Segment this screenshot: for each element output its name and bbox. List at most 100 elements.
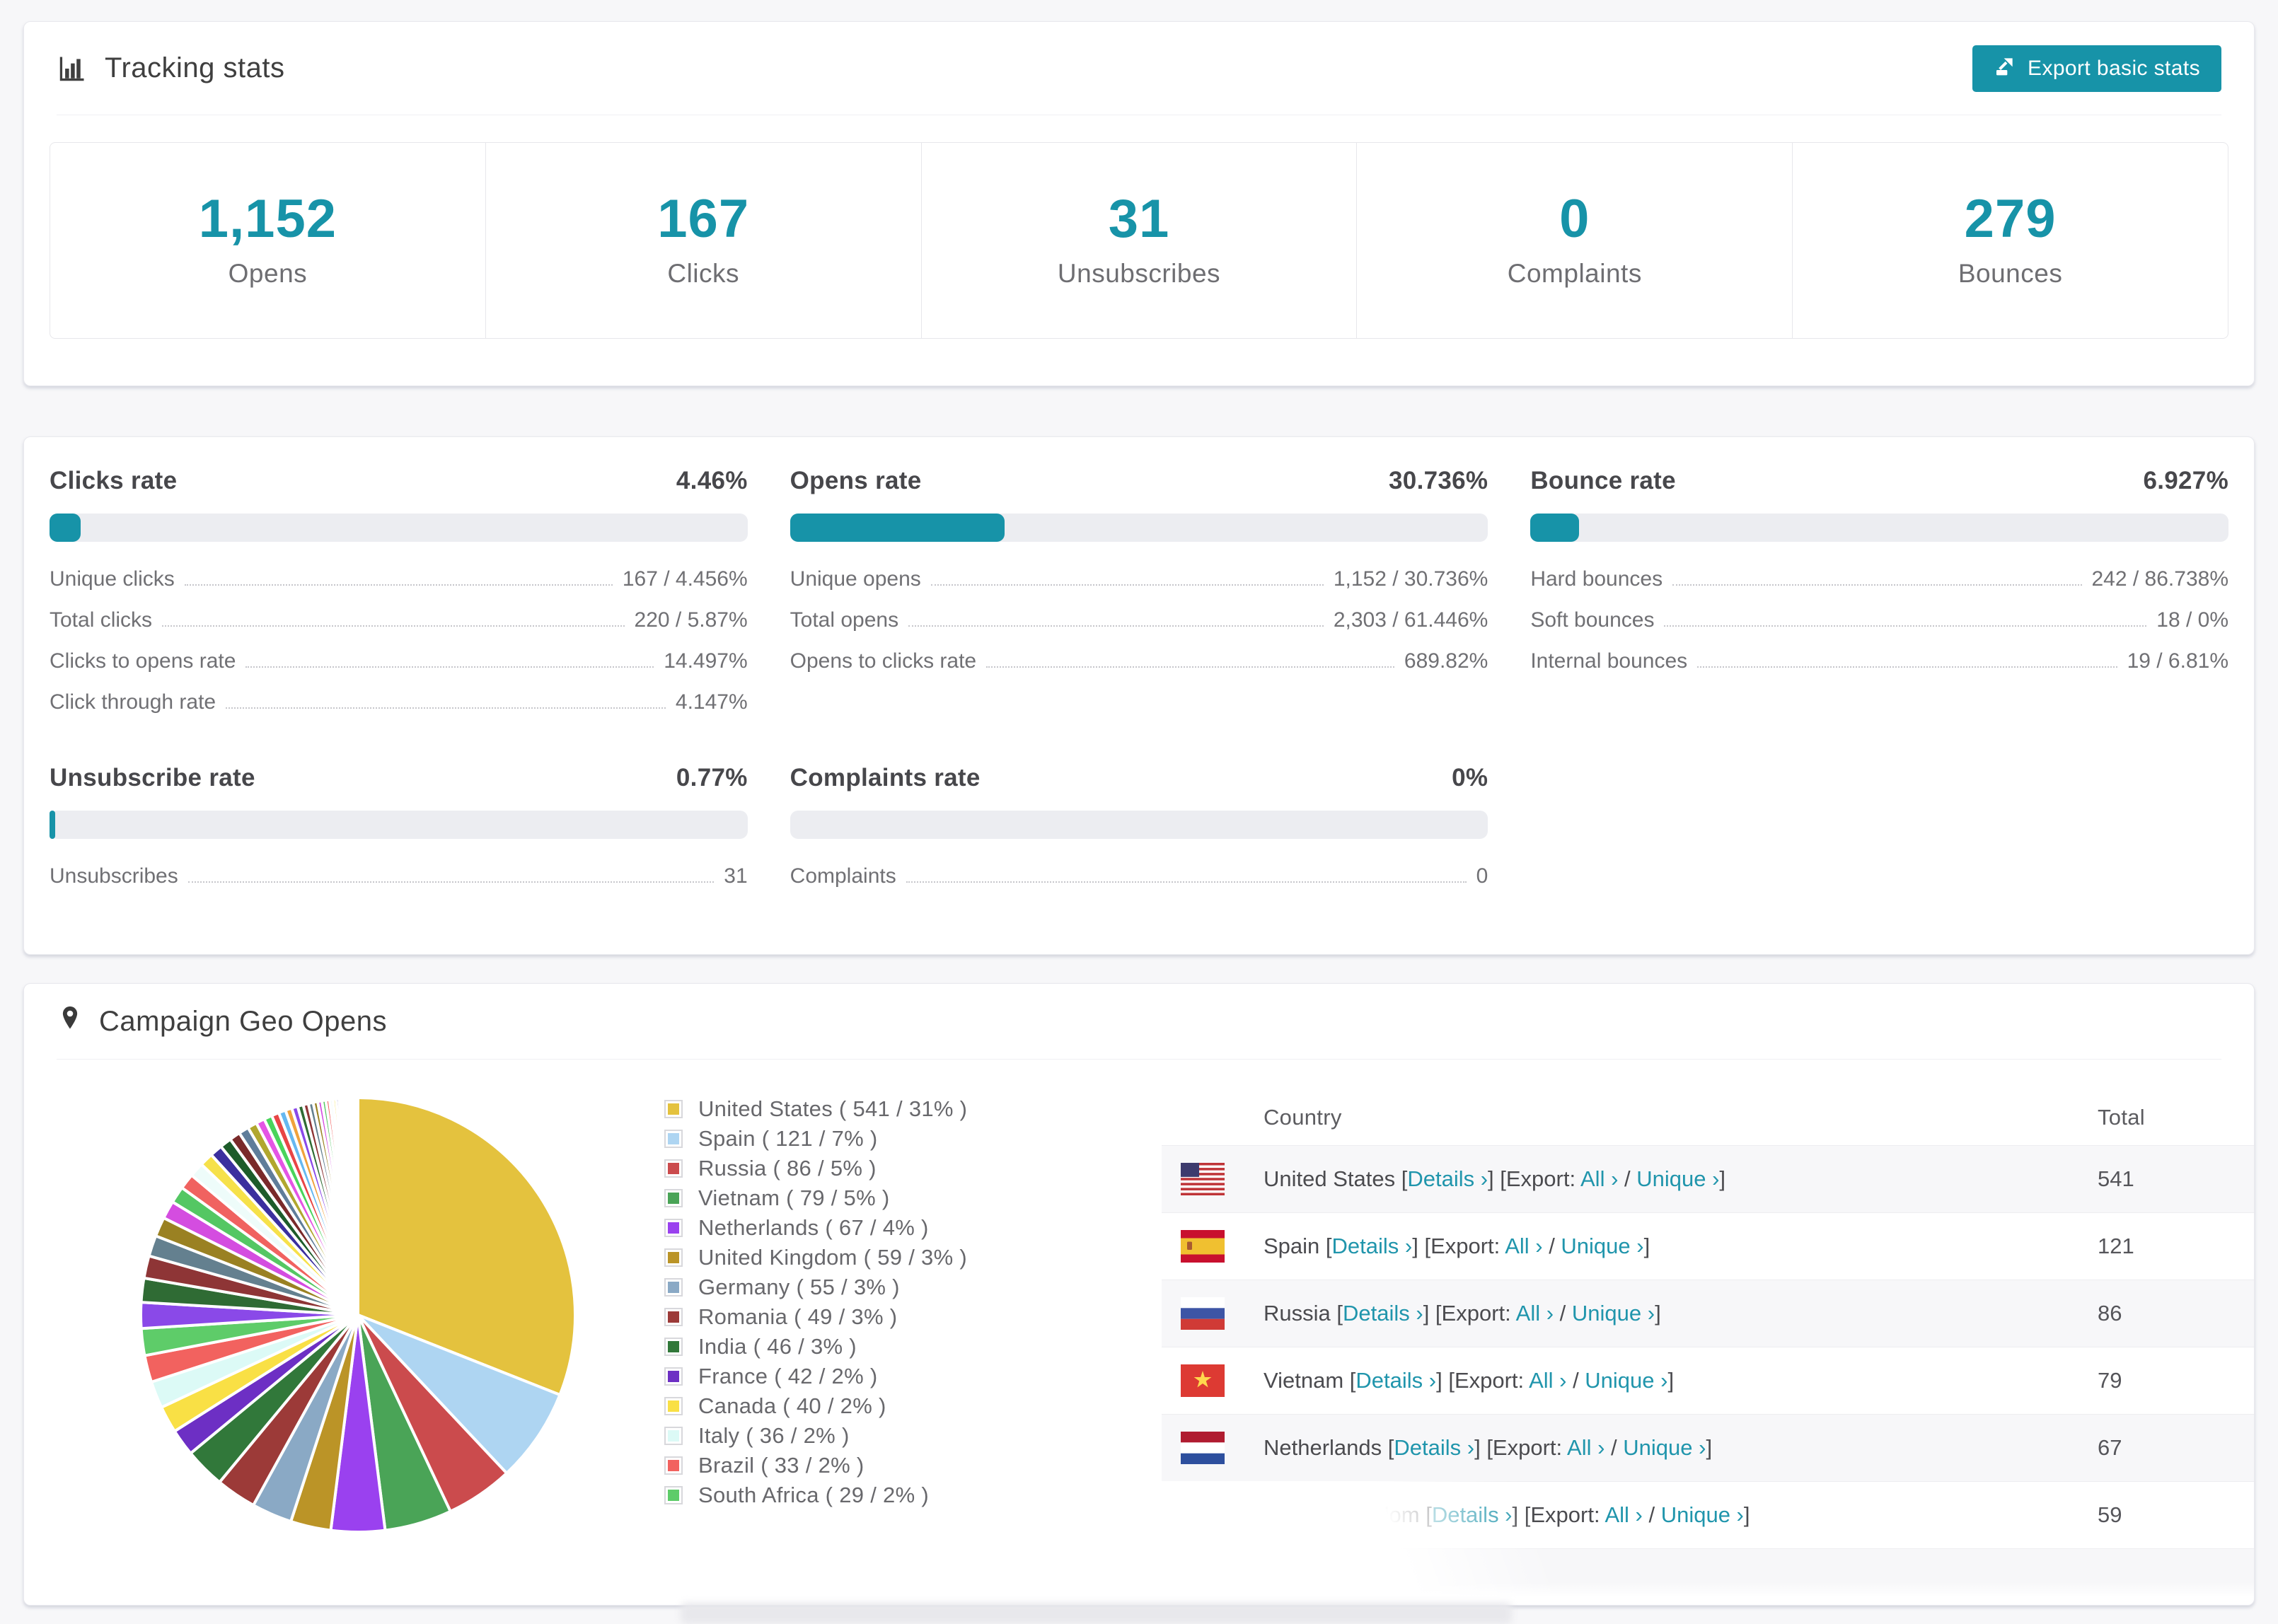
legend-label: Romania ( 49 / 3% ) (698, 1304, 898, 1329)
legend-label: India ( 46 / 3% ) (698, 1334, 857, 1359)
bracket: ] (1643, 1234, 1650, 1258)
progress-bar-track (50, 811, 748, 839)
tracking-stats-title: Tracking stats (57, 52, 284, 84)
rate-block-opens-rate: Opens rate 30.736% Unique opens 1,152 / 30.… (790, 467, 1488, 723)
bracket: ] (1719, 1166, 1726, 1191)
details-link[interactable]: Details › (1332, 1234, 1413, 1258)
total-cell: 86 (2098, 1301, 2122, 1326)
legend-label: Canada ( 40 / 2% ) (698, 1393, 886, 1418)
country-cell: United Kingdom [Details ›] [Export: All … (1264, 1502, 2098, 1528)
bracket: [ (1395, 1166, 1408, 1191)
total-cell: 121 (2098, 1234, 2134, 1258)
rate-value: 4.46% (676, 467, 748, 494)
stat-value: 279 (1964, 189, 2057, 249)
legend-swatch (664, 1159, 683, 1178)
rate-row-value: 242 / 86.738% (2091, 567, 2229, 591)
rate-block-bounce-rate: Bounce rate 6.927% Hard bounces 242 / 86.73… (1530, 467, 2228, 723)
flag-us-icon (1180, 1163, 1225, 1195)
stat-label: Unsubscribes (1057, 259, 1221, 288)
details-link[interactable]: Details › (1343, 1301, 1423, 1326)
dotted-leader (1697, 666, 2117, 668)
bracket: ] [Export: (1488, 1166, 1580, 1191)
rate-row-value: 0 (1476, 864, 1488, 888)
export-all-link[interactable]: All › (1567, 1435, 1605, 1460)
stat-value: 1,152 (198, 189, 337, 249)
export-all-link[interactable]: All › (1505, 1234, 1542, 1258)
export-unique-link[interactable]: Unique › (1561, 1234, 1643, 1258)
progress-bar-fill (50, 514, 81, 542)
legend-swatch (664, 1100, 683, 1118)
rate-row-value: 689.82% (1404, 649, 1488, 673)
export-unique-link[interactable]: Unique › (1572, 1301, 1655, 1326)
details-link[interactable]: Details › (1432, 1502, 1513, 1527)
legend-swatch (664, 1456, 683, 1475)
stat-label: Bounces (1958, 259, 2063, 288)
details-link[interactable]: Details › (1394, 1435, 1474, 1460)
geo-table-header: Country Total (1162, 1090, 2254, 1145)
export-all-link[interactable]: All › (1516, 1301, 1554, 1326)
dotted-leader (187, 881, 715, 883)
export-unique-link[interactable]: Unique › (1661, 1502, 1744, 1527)
rate-rows: Unsubscribes 31 (50, 856, 748, 897)
rate-row-value: 19 / 6.81% (2127, 649, 2228, 673)
bracket: [ (1382, 1435, 1394, 1460)
details-link[interactable]: Details › (1355, 1368, 1436, 1393)
rate-head: Bounce rate 6.927% (1530, 467, 2228, 495)
legend-swatch-fill (668, 1341, 679, 1352)
legend-swatch-fill (668, 1460, 679, 1471)
details-link[interactable]: Details › (1407, 1166, 1488, 1191)
stat-cell-bounces: 279 Bounces (1793, 143, 2228, 338)
export-unique-link[interactable]: Unique › (1585, 1368, 1667, 1393)
geo-table: Country Total United States [Details ›] … (1162, 1090, 2254, 1605)
stat-label: Opens (228, 259, 308, 288)
rate-row-value: 220 / 5.87% (634, 608, 748, 632)
pie-slice-other-40[interactable] (354, 1096, 359, 1316)
flag-ru-icon (1180, 1297, 1225, 1330)
rate-row-value: 167 / 4.456% (622, 567, 748, 591)
rate-block-unsubscribe-rate: Unsubscribe rate 0.77% Unsubscribes 31 (50, 764, 748, 897)
legend-swatch-fill (668, 1252, 679, 1263)
bracket: / (1642, 1502, 1661, 1527)
rate-row: Total clicks 220 / 5.87% (50, 600, 748, 641)
table-row: Russia [Details ›] [Export: All › / Uniq… (1162, 1280, 2254, 1347)
rate-row-value: 31 (724, 864, 748, 888)
bracket: ] [Export: (1412, 1234, 1505, 1258)
bracket: ] [Export: (1423, 1301, 1516, 1326)
rate-row-value: 18 / 0% (2156, 608, 2228, 632)
rate-block-clicks-rate: Clicks rate 4.46% Unique clicks 167 / 4.456… (50, 467, 748, 723)
bracket: ] (1667, 1368, 1675, 1393)
rate-row-label: Internal bounces (1530, 649, 1688, 673)
progress-bar-track (1530, 514, 2228, 542)
geo-opens-pie-chart (139, 1096, 577, 1534)
flag-gb-icon (1180, 1499, 1225, 1531)
legend-swatch (664, 1367, 683, 1386)
rate-row: Unique clicks 167 / 4.456% (50, 559, 748, 600)
flag-de-icon (1180, 1566, 1225, 1599)
export-unique-link[interactable]: Unique › (1623, 1435, 1706, 1460)
rate-head: Opens rate 30.736% (790, 467, 1488, 495)
legend-swatch-fill (668, 1282, 679, 1293)
rate-head: Clicks rate 4.46% (50, 467, 748, 495)
rate-value: 30.736% (1389, 467, 1488, 494)
export-all-link[interactable]: All › (1580, 1166, 1618, 1191)
export-all-link[interactable]: All › (1605, 1502, 1642, 1527)
export-icon (1994, 54, 2016, 83)
export-basic-stats-button[interactable]: Export basic stats (1972, 45, 2221, 92)
legend-label: United Kingdom ( 59 / 3% ) (698, 1245, 967, 1270)
stat-value: 167 (657, 189, 750, 249)
rate-value: 6.927% (2143, 467, 2228, 494)
legend-label: Spain ( 121 / 7% ) (698, 1126, 878, 1151)
export-unique-link[interactable]: Unique › (1636, 1166, 1719, 1191)
stat-label: Clicks (667, 259, 740, 288)
country-cell: Spain [Details ›] [Export: All › / Uniqu… (1264, 1234, 2098, 1259)
stat-cell-clicks: 167 Clicks (486, 143, 922, 338)
country-name: Netherlands (1264, 1435, 1382, 1460)
rate-rows: Unique opens 1,152 / 30.736% Total opens 2,… (790, 559, 1488, 682)
rate-row-label: Hard bounces (1530, 567, 1663, 591)
legend-swatch (664, 1278, 683, 1297)
table-row (1162, 1548, 2254, 1605)
legend-label: Germany ( 55 / 3% ) (698, 1275, 900, 1299)
stat-cell-complaints: 0 Complaints (1357, 143, 1793, 338)
export-all-link[interactable]: All › (1529, 1368, 1566, 1393)
rate-title: Clicks rate (50, 467, 178, 494)
